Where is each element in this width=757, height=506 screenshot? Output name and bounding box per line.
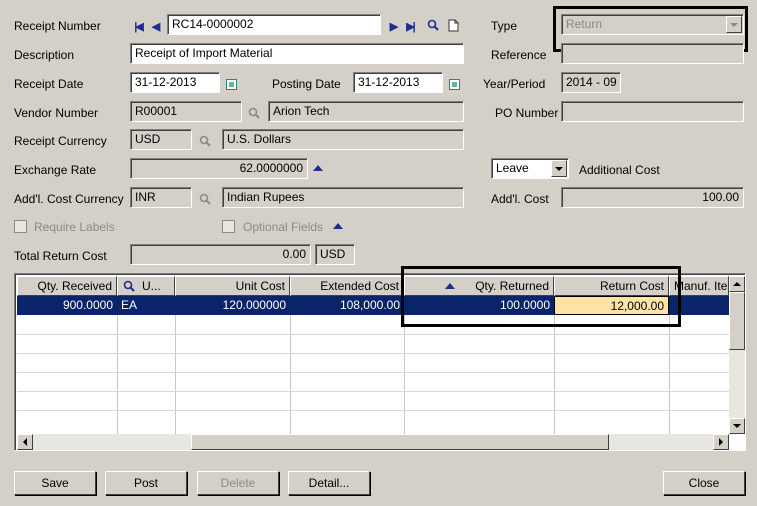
posting-date-input[interactable]: 31-12-2013 bbox=[353, 72, 443, 93]
calendar-icon[interactable] bbox=[226, 79, 237, 90]
year-period-field: 2014 - 09 bbox=[561, 72, 621, 93]
new-document-icon[interactable] bbox=[447, 18, 459, 32]
close-button[interactable]: Close bbox=[663, 471, 745, 495]
posting-date-label: Posting Date bbox=[272, 77, 341, 91]
cell-unit-cost[interactable]: 120.000000 bbox=[175, 296, 290, 315]
search-icon[interactable] bbox=[123, 280, 135, 292]
delete-button[interactable]: Delete bbox=[197, 471, 279, 495]
cell-manuf-item[interactable] bbox=[669, 296, 729, 315]
scroll-up-button[interactable] bbox=[729, 276, 745, 292]
receipt-currency-label: Receipt Currency bbox=[14, 134, 107, 148]
finder-icon[interactable] bbox=[427, 19, 439, 31]
type-select[interactable]: Return bbox=[561, 14, 744, 35]
last-record-icon[interactable]: ▶| bbox=[402, 18, 418, 34]
year-period-label: Year/Period bbox=[483, 77, 546, 91]
detail-button[interactable]: Detail... bbox=[288, 471, 370, 495]
exchange-rate-field: 62.0000000 bbox=[130, 158, 308, 179]
require-labels-checkbox[interactable] bbox=[14, 220, 27, 233]
total-return-cost-field: 0.00 bbox=[130, 244, 311, 265]
cell-extended-cost[interactable]: 108,000.00 bbox=[290, 296, 404, 315]
col-header-uom-label: U... bbox=[142, 279, 161, 293]
description-label: Description bbox=[14, 48, 75, 62]
vendor-number-label: Vendor Number bbox=[14, 106, 99, 120]
reference-label: Reference bbox=[491, 48, 547, 62]
type-dropdown-button[interactable] bbox=[726, 16, 742, 33]
receipt-number-label: Receipt Number bbox=[14, 19, 101, 33]
col-header-unit-cost[interactable]: Unit Cost bbox=[175, 276, 290, 296]
cell-uom[interactable]: EA bbox=[117, 296, 175, 315]
search-icon[interactable] bbox=[199, 193, 211, 205]
additional-cost-label: Additional Cost bbox=[579, 163, 660, 177]
cell-qty-returned[interactable]: 100.0000 bbox=[404, 296, 554, 315]
vendor-number-input[interactable]: R00001 bbox=[130, 101, 242, 122]
search-icon[interactable] bbox=[248, 107, 260, 119]
addl-cost-currency-name-field: Indian Rupees bbox=[222, 187, 464, 208]
previous-record-icon[interactable]: ◀ bbox=[148, 18, 162, 34]
exchange-rate-label: Exchange Rate bbox=[14, 163, 97, 177]
chevron-down-icon bbox=[555, 166, 563, 171]
vendor-name-field: Arion Tech bbox=[268, 101, 464, 122]
sort-ascending-icon bbox=[445, 282, 455, 290]
post-button[interactable]: Post bbox=[105, 471, 187, 495]
col-header-manuf-item[interactable]: Manuf. Ite bbox=[669, 276, 729, 296]
next-record-icon[interactable]: ▶ bbox=[387, 18, 399, 34]
receipt-date-input[interactable]: 31-12-2013 bbox=[130, 72, 220, 93]
col-header-qty-received[interactable]: Qty. Received bbox=[17, 276, 117, 296]
col-header-extended-cost[interactable]: Extended Cost bbox=[290, 276, 404, 296]
receipt-date-label: Receipt Date bbox=[14, 77, 84, 91]
col-header-return-cost[interactable]: Return Cost bbox=[554, 276, 669, 296]
require-labels-label: Require Labels bbox=[34, 220, 115, 234]
first-record-icon[interactable]: |◀ bbox=[130, 18, 146, 34]
optional-fields-checkbox[interactable] bbox=[222, 220, 235, 233]
po-number-label: PO Number bbox=[495, 106, 559, 120]
cell-return-cost[interactable]: 12,000.00 bbox=[554, 296, 669, 315]
receipt-number-input[interactable]: RC14-0000002 bbox=[167, 14, 381, 35]
chevron-down-icon bbox=[730, 22, 738, 27]
scroll-left-button[interactable] bbox=[17, 434, 33, 450]
scroll-right-button[interactable] bbox=[713, 434, 729, 450]
addl-cost-label: Add'l. Cost bbox=[491, 192, 549, 206]
calendar-icon[interactable] bbox=[449, 79, 460, 90]
optional-fields-expand-icon[interactable] bbox=[332, 221, 344, 231]
reference-input[interactable] bbox=[561, 43, 744, 64]
rate-details-icon[interactable] bbox=[312, 163, 324, 173]
type-label: Type bbox=[491, 19, 518, 33]
description-input[interactable]: Receipt of Import Material bbox=[130, 43, 464, 64]
total-return-cost-label: Total Return Cost bbox=[14, 249, 107, 263]
addl-cost-field: 100.00 bbox=[561, 187, 744, 208]
search-icon[interactable] bbox=[199, 135, 211, 147]
col-header-qty-returned[interactable]: Qty. Returned bbox=[404, 276, 554, 296]
receipt-currency-name-field: U.S. Dollars bbox=[222, 129, 464, 150]
additional-cost-mode-dropdown[interactable] bbox=[551, 160, 567, 177]
horizontal-scroll-thumb[interactable] bbox=[191, 434, 609, 450]
total-return-cost-currency: USD bbox=[315, 244, 355, 265]
addl-cost-currency-label: Add'l. Cost Currency bbox=[14, 192, 124, 206]
vertical-scroll-thumb[interactable] bbox=[729, 292, 745, 350]
po-number-input[interactable] bbox=[561, 101, 744, 122]
scroll-down-button[interactable] bbox=[729, 418, 745, 434]
save-button[interactable]: Save bbox=[14, 471, 96, 495]
receipt-detail-grid[interactable]: Qty. Received U... Unit Cost Extended Co… bbox=[14, 273, 746, 451]
cell-qty-received[interactable]: 900.0000 bbox=[17, 296, 117, 315]
addl-cost-currency-input[interactable]: INR bbox=[130, 187, 192, 208]
optional-fields-label: Optional Fields bbox=[243, 220, 324, 234]
receipt-currency-input[interactable]: USD bbox=[130, 129, 192, 150]
